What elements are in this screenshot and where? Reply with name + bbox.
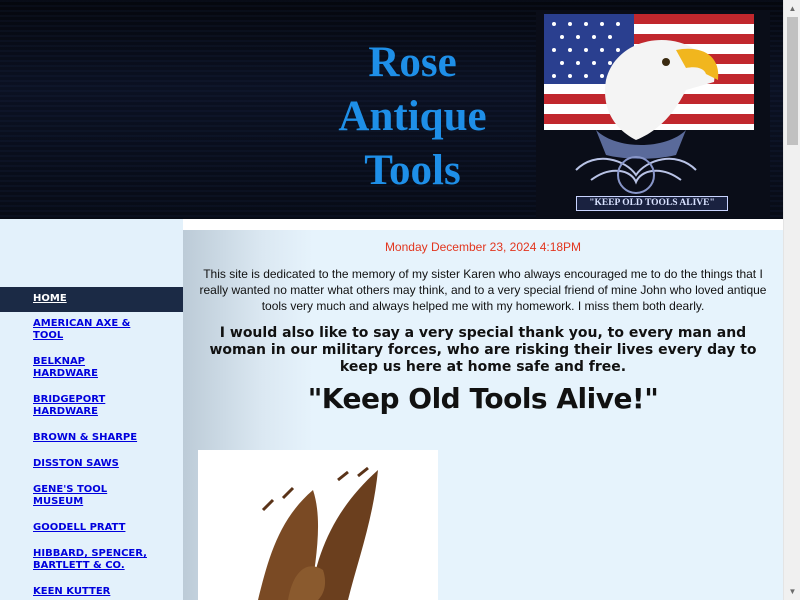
nav-item-bridgeport[interactable]: BRIDGEPORT HARDWARE	[0, 394, 183, 418]
nav-item-keen-kutter[interactable]: KEEN KUTTER	[0, 586, 183, 598]
site-title-line: Antique	[338, 93, 487, 140]
military-thanks-text: I would also like to say a very special …	[209, 325, 757, 375]
nav-menu: HOME AMERICAN AXE & TOOL BELKNAP HARDWAR…	[0, 287, 183, 598]
soaring-eagle-image	[198, 450, 438, 600]
nav-item-american-axe[interactable]: AMERICAN AXE & TOOL	[0, 318, 183, 342]
site-title: Rose Antique Tools	[300, 36, 525, 198]
scroll-up-arrow-icon[interactable]: ▲	[784, 0, 800, 17]
nav-item-hibbard[interactable]: HIBBARD, SPENCER, BARTLETT & CO.	[0, 548, 183, 572]
nav-link-keen-kutter[interactable]: KEEN KUTTER	[33, 586, 177, 598]
nav-link-disston[interactable]: DISSTON SAWS	[33, 458, 177, 470]
nav-item-brown-sharpe[interactable]: BROWN & SHARPE	[0, 432, 183, 444]
nav-item-genes-museum[interactable]: GENE'S TOOL MUSEUM	[0, 484, 183, 508]
nav-link-goodell-pratt[interactable]: GOODELL PRATT	[33, 522, 177, 534]
nav-link-home[interactable]: HOME	[33, 293, 177, 305]
dedication-text: This site is dedicated to the memory of …	[199, 267, 767, 313]
nav-item-home[interactable]: HOME	[0, 287, 183, 312]
site-title-line: Rose	[368, 39, 457, 86]
flag-eagle-logo: "KEEP OLD TOOLS ALIVE"	[536, 10, 770, 218]
nav-link-american-axe[interactable]: AMERICAN AXE & TOOL	[33, 318, 143, 342]
nav-item-belknap[interactable]: BELKNAP HARDWARE	[0, 356, 183, 380]
scrollbar-thumb[interactable]	[787, 17, 798, 145]
site-header: Rose Antique Tools "KEEP OLD TOOLS ALIVE…	[0, 0, 783, 219]
motto-heading: "Keep Old Tools Alive!"	[307, 382, 659, 415]
main-content: Monday December 23, 2024 4:18PM This sit…	[183, 230, 783, 600]
sidebar: HOME AMERICAN AXE & TOOL BELKNAP HARDWAR…	[0, 219, 183, 600]
scroll-down-arrow-icon[interactable]: ▼	[784, 583, 800, 600]
vertical-scrollbar[interactable]: ▲ ▼	[783, 0, 800, 600]
nav-link-genes-museum[interactable]: GENE'S TOOL MUSEUM	[33, 484, 118, 508]
site-title-line: Tools	[364, 147, 461, 194]
flag-eagle-image	[536, 14, 770, 218]
current-date: Monday December 23, 2024 4:18PM	[384, 240, 582, 254]
nav-link-bridgeport[interactable]: BRIDGEPORT HARDWARE	[33, 394, 113, 418]
nav-link-brown-sharpe[interactable]: BROWN & SHARPE	[33, 432, 177, 444]
soaring-eagle-drawing	[258, 466, 378, 600]
logo-caption: "KEEP OLD TOOLS ALIVE"	[576, 196, 728, 211]
nav-link-hibbard[interactable]: HIBBARD, SPENCER, BARTLETT & CO.	[33, 548, 158, 572]
nav-link-belknap[interactable]: BELKNAP HARDWARE	[33, 356, 113, 380]
nav-item-goodell-pratt[interactable]: GOODELL PRATT	[0, 522, 183, 534]
nav-item-disston[interactable]: DISSTON SAWS	[0, 458, 183, 470]
